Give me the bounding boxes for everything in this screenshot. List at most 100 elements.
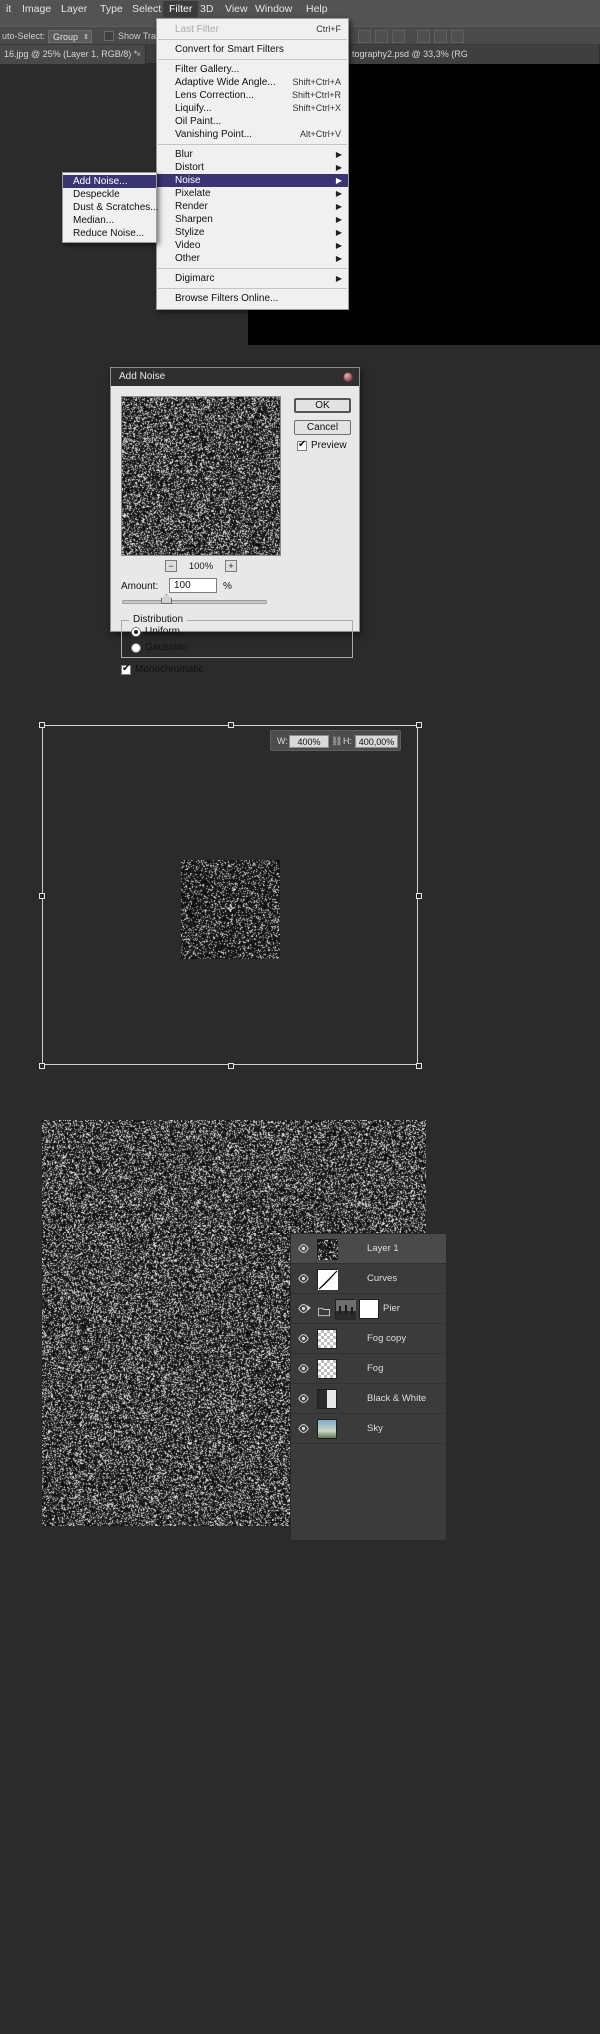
menu-separator bbox=[158, 144, 347, 145]
eye-icon[interactable] bbox=[298, 1244, 309, 1253]
filter-menu-item-stylize[interactable]: Stylize ▶ bbox=[157, 226, 348, 239]
transform-handle-ml[interactable] bbox=[39, 893, 45, 899]
menu-item-layer[interactable]: Layer bbox=[55, 1, 93, 17]
transform-handle-tc[interactable] bbox=[228, 722, 234, 728]
amount-slider-track[interactable] bbox=[122, 600, 267, 604]
noise-submenu-item-reduce-noise[interactable]: Reduce Noise... bbox=[63, 227, 156, 240]
menu-item-label: Browse Filters Online... bbox=[175, 293, 278, 304]
zoom-in-button[interactable]: + bbox=[225, 560, 237, 572]
layer-row[interactable]: Curves bbox=[291, 1264, 446, 1294]
amount-slider-thumb[interactable] bbox=[161, 594, 172, 604]
menu-item-it[interactable]: it bbox=[0, 1, 17, 17]
align-left-icon[interactable] bbox=[358, 30, 371, 43]
layer-name: Pier bbox=[383, 1294, 400, 1324]
auto-select-scope-dropdown[interactable]: Group ⇕ bbox=[48, 30, 92, 43]
filter-menu-item-browse-filters-online[interactable]: Browse Filters Online... bbox=[157, 292, 348, 305]
menu-item-image[interactable]: Image bbox=[16, 1, 57, 17]
preview-option[interactable]: Preview bbox=[297, 440, 347, 452]
distribute-bottom-icon[interactable] bbox=[451, 30, 464, 43]
filter-menu-item-vanishing-point[interactable]: Vanishing Point... Alt+Ctrl+V bbox=[157, 128, 348, 141]
filter-menu-item-distort[interactable]: Distort ▶ bbox=[157, 161, 348, 174]
layer-row[interactable]: Sky bbox=[291, 1414, 446, 1444]
layer-thumbnail[interactable] bbox=[317, 1359, 337, 1379]
menu-item-label: Last Filter bbox=[175, 24, 219, 35]
filter-menu-item-adaptive-wide-angle[interactable]: Adaptive Wide Angle... Shift+Ctrl+A bbox=[157, 76, 348, 89]
filter-menu-item-pixelate[interactable]: Pixelate ▶ bbox=[157, 187, 348, 200]
align-center-icon[interactable] bbox=[375, 30, 388, 43]
align-right-icon[interactable] bbox=[392, 30, 405, 43]
chevron-right-icon[interactable] bbox=[307, 1305, 311, 1311]
monochromatic-option[interactable]: Monochromatic bbox=[121, 664, 203, 676]
distribution-uniform-label: Uniform bbox=[145, 626, 180, 637]
layer-thumbnail[interactable] bbox=[317, 1239, 337, 1259]
layer-thumbnail[interactable] bbox=[317, 1269, 337, 1289]
distribution-uniform-option[interactable]: Uniform bbox=[131, 626, 180, 638]
cancel-button[interactable]: Cancel bbox=[294, 420, 351, 435]
close-icon[interactable]: × bbox=[136, 45, 141, 64]
filter-menu-item-blur[interactable]: Blur ▶ bbox=[157, 148, 348, 161]
transform-handle-tr[interactable] bbox=[416, 722, 422, 728]
eye-icon[interactable] bbox=[298, 1394, 309, 1403]
menu-item-type[interactable]: Type bbox=[94, 1, 129, 17]
menu-item-help[interactable]: Help bbox=[300, 1, 334, 17]
distribute-middle-icon[interactable] bbox=[434, 30, 447, 43]
filter-menu-item-other[interactable]: Other ▶ bbox=[157, 252, 348, 265]
menu-item-label: Video bbox=[175, 240, 200, 251]
layer-row[interactable]: Pier bbox=[291, 1294, 446, 1324]
distribution-gaussian-option[interactable]: Gaussian bbox=[131, 642, 187, 654]
eye-icon[interactable] bbox=[298, 1274, 309, 1283]
filter-menu-item-filter-gallery[interactable]: Filter Gallery... bbox=[157, 63, 348, 76]
filter-menu-item-sharpen[interactable]: Sharpen ▶ bbox=[157, 213, 348, 226]
menu-item-3d[interactable]: 3D bbox=[194, 1, 219, 17]
menu-item-label: Convert for Smart Filters bbox=[175, 44, 284, 55]
filter-menu-item-lens-correction[interactable]: Lens Correction... Shift+Ctrl+R bbox=[157, 89, 348, 102]
layer-row[interactable]: Black & White bbox=[291, 1384, 446, 1414]
filter-menu-item-convert-for-smart-filters[interactable]: Convert for Smart Filters bbox=[157, 43, 348, 56]
layer-row[interactable]: Layer 1 bbox=[291, 1234, 446, 1264]
ok-button[interactable]: OK bbox=[294, 398, 351, 413]
noise-submenu-item-add-noise[interactable]: Add Noise... bbox=[63, 175, 156, 188]
transform-height-input[interactable]: 400,00% bbox=[355, 735, 398, 748]
layer-name: Sky bbox=[367, 1414, 383, 1444]
filter-menu-item-oil-paint[interactable]: Oil Paint... bbox=[157, 115, 348, 128]
transform-width-input[interactable]: 400% bbox=[289, 735, 329, 748]
layer-row[interactable]: Fog copy bbox=[291, 1324, 446, 1354]
transform-handle-br[interactable] bbox=[416, 1063, 422, 1069]
chevron-right-icon: ▶ bbox=[336, 239, 342, 252]
transform-handle-tl[interactable] bbox=[39, 722, 45, 728]
noise-submenu[interactable]: Add Noise... Despeckle Dust & Scratches...… bbox=[62, 172, 157, 243]
filter-menu-item-render[interactable]: Render ▶ bbox=[157, 200, 348, 213]
filter-menu-dropdown[interactable]: Last Filter Ctrl+F Convert for Smart Filte… bbox=[156, 18, 349, 310]
filter-menu-item-video[interactable]: Video ▶ bbox=[157, 239, 348, 252]
filter-menu-item-digimarc[interactable]: Digimarc ▶ bbox=[157, 272, 348, 285]
layer-thumbnail[interactable] bbox=[317, 1329, 337, 1349]
layer-thumbnail[interactable] bbox=[335, 1299, 355, 1319]
layer-thumbnail[interactable] bbox=[317, 1419, 337, 1439]
layer-mask-thumbnail[interactable] bbox=[359, 1299, 379, 1319]
transform-handle-bc[interactable] bbox=[228, 1063, 234, 1069]
show-transform-checkbox[interactable] bbox=[104, 31, 114, 41]
menu-item-window[interactable]: Window bbox=[249, 1, 298, 17]
eye-icon[interactable] bbox=[298, 1334, 309, 1343]
document-tab-secondary[interactable]: tography2.psd @ 33,3% (RG bbox=[348, 45, 600, 64]
transform-handle-bl[interactable] bbox=[39, 1063, 45, 1069]
noise-submenu-item-dust-scratches[interactable]: Dust & Scratches... bbox=[63, 201, 156, 214]
eye-icon[interactable] bbox=[298, 1364, 309, 1373]
eye-icon[interactable] bbox=[298, 1424, 309, 1433]
close-icon[interactable] bbox=[343, 372, 353, 382]
amount-input[interactable]: 100 bbox=[169, 578, 217, 593]
chain-link-icon[interactable]: ⛓ bbox=[331, 737, 342, 746]
noise-submenu-item-median[interactable]: Median... bbox=[63, 214, 156, 227]
noise-preview[interactable] bbox=[121, 396, 281, 556]
noise-submenu-item-despeckle[interactable]: Despeckle bbox=[63, 188, 156, 201]
document-tab-active[interactable]: 16.jpg @ 25% (Layer 1, RGB/8) * × bbox=[0, 45, 146, 64]
transform-reference-point-icon[interactable]: ✛ bbox=[226, 905, 235, 914]
distribute-top-icon[interactable] bbox=[417, 30, 430, 43]
layer-thumbnail[interactable] bbox=[317, 1389, 337, 1409]
layers-panel[interactable]: Layer 1 Curves Pier Fog copy Fog Black & Whit… bbox=[290, 1233, 447, 1541]
layer-row[interactable]: Fog bbox=[291, 1354, 446, 1384]
filter-menu-item-noise[interactable]: Noise ▶ bbox=[157, 174, 348, 187]
menu-item-select[interactable]: Select bbox=[126, 1, 167, 17]
transform-handle-mr[interactable] bbox=[416, 893, 422, 899]
filter-menu-item-liquify[interactable]: Liquify... Shift+Ctrl+X bbox=[157, 102, 348, 115]
